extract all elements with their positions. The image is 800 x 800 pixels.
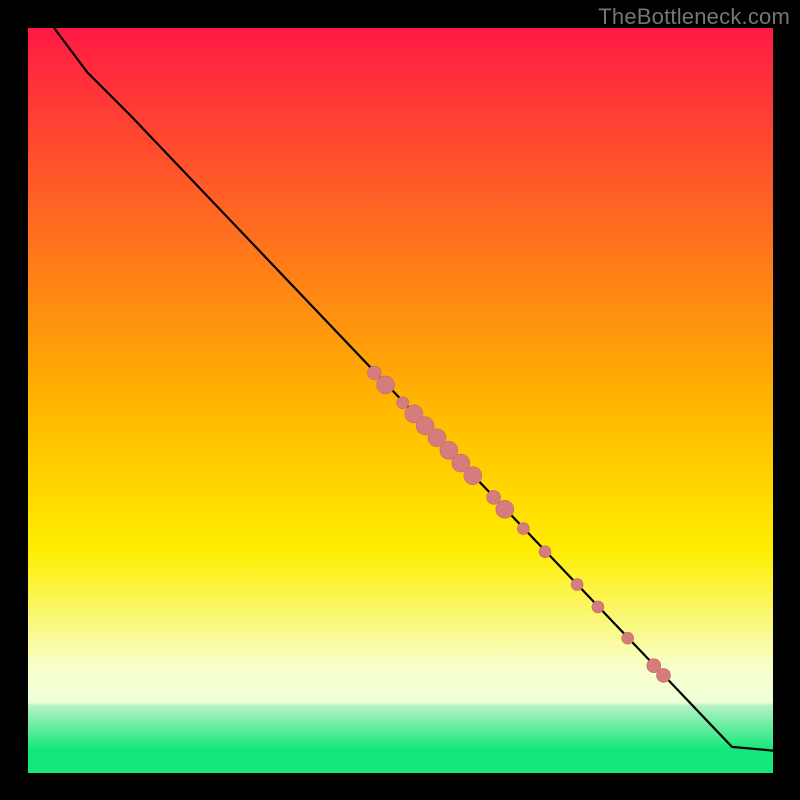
data-marker [622, 632, 634, 644]
watermark-text: TheBottleneck.com [598, 4, 790, 30]
data-marker [592, 601, 604, 613]
data-marker [367, 366, 381, 380]
data-marker [517, 523, 529, 535]
data-marker [397, 397, 409, 409]
data-marker [377, 376, 395, 394]
data-marker [496, 500, 514, 518]
data-marker [657, 668, 671, 682]
data-marker [464, 467, 482, 485]
data-marker [487, 490, 501, 504]
chart-svg [0, 0, 800, 800]
data-marker [539, 546, 551, 558]
chart-container: { "watermark": "TheBottleneck.com", "col… [0, 0, 800, 800]
data-marker [571, 579, 583, 591]
